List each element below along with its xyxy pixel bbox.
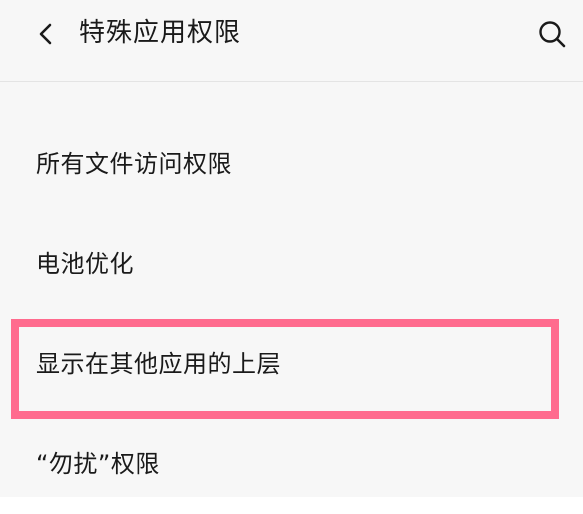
list-item-label: 所有文件访问权限 [36, 150, 232, 178]
chevron-left-icon [39, 23, 52, 45]
list-item-label: 显示在其他应用的上层 [36, 350, 281, 378]
list-item-display-over-other-apps[interactable]: 显示在其他应用的上层 [0, 314, 583, 414]
list-item-battery-optimization[interactable]: 电池优化 [0, 214, 583, 314]
search-button[interactable] [534, 16, 570, 52]
list-item-all-files-access[interactable]: 所有文件访问权限 [0, 114, 583, 214]
back-button[interactable] [30, 18, 62, 50]
search-icon [539, 21, 566, 48]
permission-list: 所有文件访问权限 电池优化 显示在其他应用的上层 “勿扰”权限 [0, 82, 583, 497]
list-item-label: 电池优化 [36, 250, 134, 278]
list-item-label: “勿扰”权限 [36, 450, 160, 478]
list-item-do-not-disturb-access[interactable]: “勿扰”权限 [0, 414, 583, 514]
app-header: 特殊应用权限 [0, 0, 583, 82]
page-title: 特殊应用权限 [79, 18, 242, 48]
